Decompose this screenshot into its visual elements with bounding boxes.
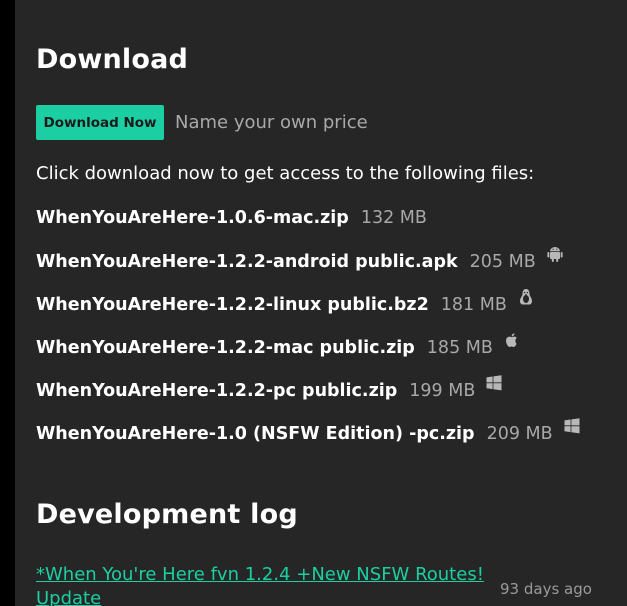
apple-icon — [503, 331, 521, 349]
file-size: 199 MB — [409, 381, 476, 401]
windows-icon — [563, 417, 581, 435]
download-now-button[interactable]: Download Now — [36, 105, 164, 140]
file-name: WhenYouAreHere-1.0 (NSFW Edition) -pc.zi… — [36, 424, 475, 444]
devlog-heading: Development log — [36, 499, 298, 530]
file-row: WhenYouAreHere-1.2.2-android public.apk … — [36, 247, 564, 272]
file-row: WhenYouAreHere-1.2.2-mac public.zip 185 … — [36, 333, 521, 358]
devlog-entry-date: 93 days ago — [500, 580, 592, 598]
android-icon — [546, 245, 564, 263]
file-name: WhenYouAreHere-1.2.2-android public.apk — [36, 252, 458, 272]
download-heading: Download — [36, 44, 189, 75]
file-row: WhenYouAreHere-1.2.2-linux public.bz2 18… — [36, 289, 535, 315]
file-size: 132 MB — [360, 208, 427, 228]
file-row: WhenYouAreHere-1.0 (NSFW Edition) -pc.zi… — [36, 418, 581, 444]
devlog-entry-link[interactable]: *When You're Here fvn 1.2.4 +New NSFW Ro… — [36, 563, 496, 606]
linux-icon — [517, 288, 535, 306]
file-name: WhenYouAreHere-1.0.6-mac.zip — [36, 208, 349, 228]
file-row: WhenYouAreHere-1.0.6-mac.zip 132 MB — [36, 208, 427, 228]
windows-icon — [485, 374, 503, 392]
file-size: 185 MB — [426, 338, 493, 358]
download-intro-text: Click download now to get access to the … — [36, 163, 535, 184]
price-label: Name your own price — [175, 112, 368, 133]
file-name: WhenYouAreHere-1.2.2-mac public.zip — [36, 338, 415, 358]
file-size: 209 MB — [486, 424, 553, 444]
download-panel: Download Download Now Name your own pric… — [15, 0, 627, 606]
file-size: 205 MB — [469, 252, 536, 272]
file-row: WhenYouAreHere-1.2.2-pc public.zip 199 M… — [36, 375, 503, 401]
file-size: 181 MB — [440, 295, 507, 315]
file-name: WhenYouAreHere-1.2.2-pc public.zip — [36, 381, 398, 401]
file-name: WhenYouAreHere-1.2.2-linux public.bz2 — [36, 295, 429, 315]
